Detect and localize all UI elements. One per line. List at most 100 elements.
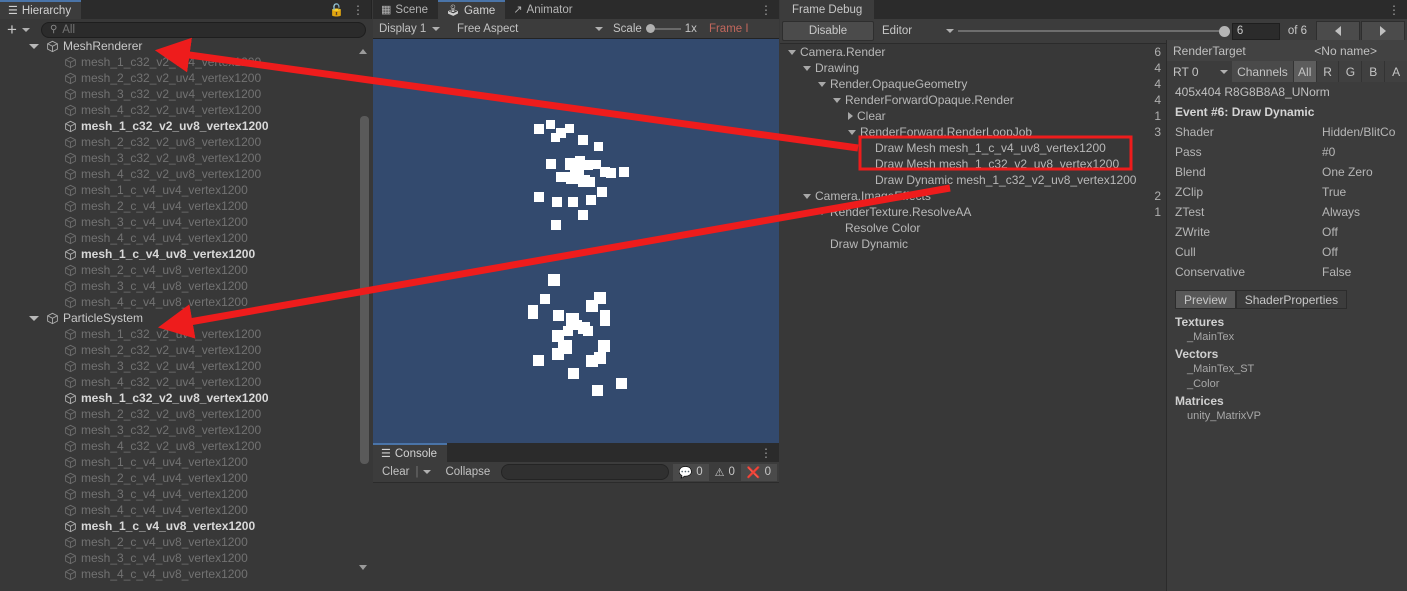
hierarchy-row[interactable]: mesh_4_c32_v2_uv4_vertex1200 [0, 102, 372, 118]
display-dropdown[interactable]: Display 1 [373, 20, 451, 37]
frame-debug-event-row[interactable]: RenderTexture.ResolveAA [780, 204, 1140, 220]
kebab-menu-icon[interactable]: ⋮ [760, 4, 772, 16]
tab-animator[interactable]: ↗ Animator [505, 0, 583, 19]
hierarchy-group-meshrenderer[interactable]: MeshRenderer [0, 40, 372, 54]
chevron-down-icon[interactable] [788, 49, 796, 55]
console-message-list[interactable] [373, 485, 779, 591]
disable-button[interactable]: Disable [782, 21, 874, 41]
hierarchy-row[interactable]: mesh_3_c32_v2_uv4_vertex1200 [0, 358, 372, 374]
hierarchy-row[interactable]: mesh_2_c_v4_uv8_vertex1200 [0, 534, 372, 550]
hierarchy-row[interactable]: mesh_1_c32_v2_uv4_vertex1200 [0, 54, 372, 70]
frame-debug-event-row[interactable]: Camera.Render [780, 44, 1140, 60]
hierarchy-row[interactable]: mesh_1_c_v4_uv4_vertex1200 [0, 454, 372, 470]
channel-b-button[interactable]: B [1361, 61, 1385, 82]
target-dropdown[interactable]: Editor [874, 21, 958, 41]
hierarchy-row[interactable]: mesh_3_c_v4_uv4_vertex1200 [0, 486, 372, 502]
error-count[interactable]: ❌ 0 [740, 463, 777, 481]
frame-debug-event-row[interactable]: Draw Mesh mesh_1_c32_v2_uv8_vertex1200 [780, 156, 1140, 172]
hierarchy-row[interactable]: mesh_2_c32_v2_uv4_vertex1200 [0, 342, 372, 358]
hierarchy-row[interactable]: mesh_3_c32_v2_uv8_vertex1200 [0, 150, 372, 166]
hierarchy-row[interactable]: mesh_4_c_v4_uv4_vertex1200 [0, 230, 372, 246]
event-number-input[interactable]: 6 [1231, 22, 1280, 40]
frame-label[interactable]: Frame I [697, 23, 749, 35]
collapse-button[interactable]: Collapse [438, 464, 497, 481]
hierarchy-tree[interactable]: MeshRenderer mesh_1_c32_v2_uv4_vertex1200… [0, 40, 372, 591]
create-object-button[interactable]: + [4, 21, 33, 38]
hierarchy-row[interactable]: mesh_4_c_v4_uv4_vertex1200 [0, 502, 372, 518]
frame-debug-event-row[interactable]: Camera.ImageEffects [780, 188, 1140, 204]
frame-debug-event-row[interactable]: RenderForwardOpaque.Render [780, 92, 1140, 108]
chevron-down-icon[interactable] [803, 193, 811, 199]
scale-slider[interactable] [645, 24, 681, 33]
hierarchy-row[interactable]: mesh_2_c32_v2_uv8_vertex1200 [0, 406, 372, 422]
expand-triangle-icon[interactable] [29, 315, 39, 321]
hierarchy-row[interactable]: mesh_2_c_v4_uv4_vertex1200 [0, 470, 372, 486]
next-event-button[interactable] [1361, 21, 1405, 41]
hierarchy-row[interactable]: mesh_4_c32_v2_uv8_vertex1200 [0, 166, 372, 182]
scale-slider-knob[interactable] [645, 24, 655, 33]
kebab-menu-icon[interactable]: ⋮ [1388, 4, 1400, 16]
channel-all-button[interactable]: All [1292, 61, 1316, 82]
hierarchy-row[interactable]: mesh_1_c_v4_uv8_vertex1200 [0, 246, 372, 262]
scroll-up-arrow[interactable] [357, 46, 368, 57]
event-slider-knob[interactable] [1218, 25, 1230, 37]
tab-hierarchy[interactable]: ☰ Hierarchy [0, 0, 82, 19]
frame-debug-event-row[interactable]: Draw Mesh mesh_1_c_v4_uv8_vertex1200 [780, 140, 1140, 156]
hierarchy-row[interactable]: mesh_2_c32_v2_uv8_vertex1200 [0, 134, 372, 150]
chevron-down-icon[interactable] [818, 81, 826, 87]
chevron-down-icon[interactable] [848, 129, 856, 135]
clear-button[interactable]: Clear | [375, 464, 438, 481]
frame-debug-event-row[interactable]: Draw Dynamic [780, 236, 1140, 252]
tab-game[interactable]: 🕹 Game [438, 0, 506, 19]
channel-g-button[interactable]: G [1338, 61, 1362, 82]
event-slider[interactable] [958, 21, 1230, 41]
channel-r-button[interactable]: R [1315, 61, 1339, 82]
frame-debug-event-row[interactable]: RenderForward.RenderLoopJob [780, 124, 1140, 140]
channel-a-button[interactable]: A [1384, 61, 1407, 82]
frame-debug-event-row[interactable]: Resolve Color [780, 220, 1140, 236]
prev-event-button[interactable] [1316, 21, 1360, 41]
console-search-input[interactable] [501, 464, 669, 480]
hierarchy-row[interactable]: mesh_2_c_v4_uv4_vertex1200 [0, 198, 372, 214]
hierarchy-group-particlesystem[interactable]: ParticleSystem [0, 310, 372, 326]
hierarchy-row[interactable]: mesh_1_c_v4_uv8_vertex1200 [0, 518, 372, 534]
tab-preview[interactable]: Preview [1175, 290, 1236, 309]
hierarchy-row[interactable]: mesh_1_c32_v2_uv8_vertex1200 [0, 118, 372, 134]
hierarchy-row[interactable]: mesh_4_c_v4_uv8_vertex1200 [0, 294, 372, 310]
frame-debug-event-row[interactable]: Draw Dynamic mesh_1_c32_v2_uv8_vertex120… [780, 172, 1140, 188]
hierarchy-row[interactable]: mesh_4_c32_v2_uv8_vertex1200 [0, 438, 372, 454]
warning-count[interactable]: ⚠ 0 [709, 464, 741, 481]
chevron-down-icon[interactable] [818, 209, 826, 215]
hierarchy-row[interactable]: mesh_3_c_v4_uv4_vertex1200 [0, 214, 372, 230]
lock-icon[interactable]: 🔓 [329, 3, 344, 17]
hierarchy-row[interactable]: mesh_2_c32_v2_uv4_vertex1200 [0, 70, 372, 86]
chevron-down-icon[interactable] [803, 65, 811, 71]
hierarchy-row[interactable]: mesh_4_c32_v2_uv4_vertex1200 [0, 374, 372, 390]
log-count[interactable]: 💬 0 [672, 463, 709, 481]
hierarchy-row[interactable]: mesh_2_c_v4_uv8_vertex1200 [0, 262, 372, 278]
hierarchy-row[interactable]: mesh_3_c32_v2_uv8_vertex1200 [0, 422, 372, 438]
rt-select-dropdown[interactable]: RT 0 [1167, 61, 1233, 82]
hierarchy-row[interactable]: mesh_1_c32_v2_uv8_vertex1200 [0, 390, 372, 406]
frame-debug-event-row[interactable]: Render.OpaqueGeometry [780, 76, 1140, 92]
chevron-right-icon[interactable] [848, 112, 853, 120]
tab-scene[interactable]: ▦ Scene [373, 0, 439, 19]
tab-console[interactable]: ☰ Console [373, 443, 448, 462]
kebab-menu-icon[interactable]: ⋮ [760, 447, 772, 459]
expand-triangle-icon[interactable] [29, 43, 39, 49]
hierarchy-row[interactable]: mesh_4_c_v4_uv8_vertex1200 [0, 566, 372, 582]
tab-frame-debug[interactable]: Frame Debug [780, 0, 875, 19]
frame-debug-event-tree[interactable]: Camera.Render Drawing Render.OpaqueGeometr… [780, 44, 1140, 591]
game-render-canvas[interactable] [373, 39, 779, 443]
kebab-menu-icon[interactable]: ⋮ [352, 4, 364, 16]
hierarchy-search-field[interactable]: ⚲ All [40, 21, 366, 38]
hierarchy-row[interactable]: mesh_1_c_v4_uv4_vertex1200 [0, 182, 372, 198]
chevron-down-icon[interactable] [833, 97, 841, 103]
frame-debug-event-row[interactable]: Drawing [780, 60, 1140, 76]
tab-shader-properties[interactable]: ShaderProperties [1235, 290, 1348, 309]
hierarchy-scroll-thumb[interactable] [360, 116, 369, 464]
hierarchy-row[interactable]: mesh_1_c32_v2_uv4_vertex1200 [0, 326, 372, 342]
aspect-dropdown[interactable]: Free Aspect [451, 20, 607, 37]
hierarchy-row[interactable]: mesh_3_c_v4_uv8_vertex1200 [0, 550, 372, 566]
scroll-down-arrow[interactable] [357, 562, 368, 573]
